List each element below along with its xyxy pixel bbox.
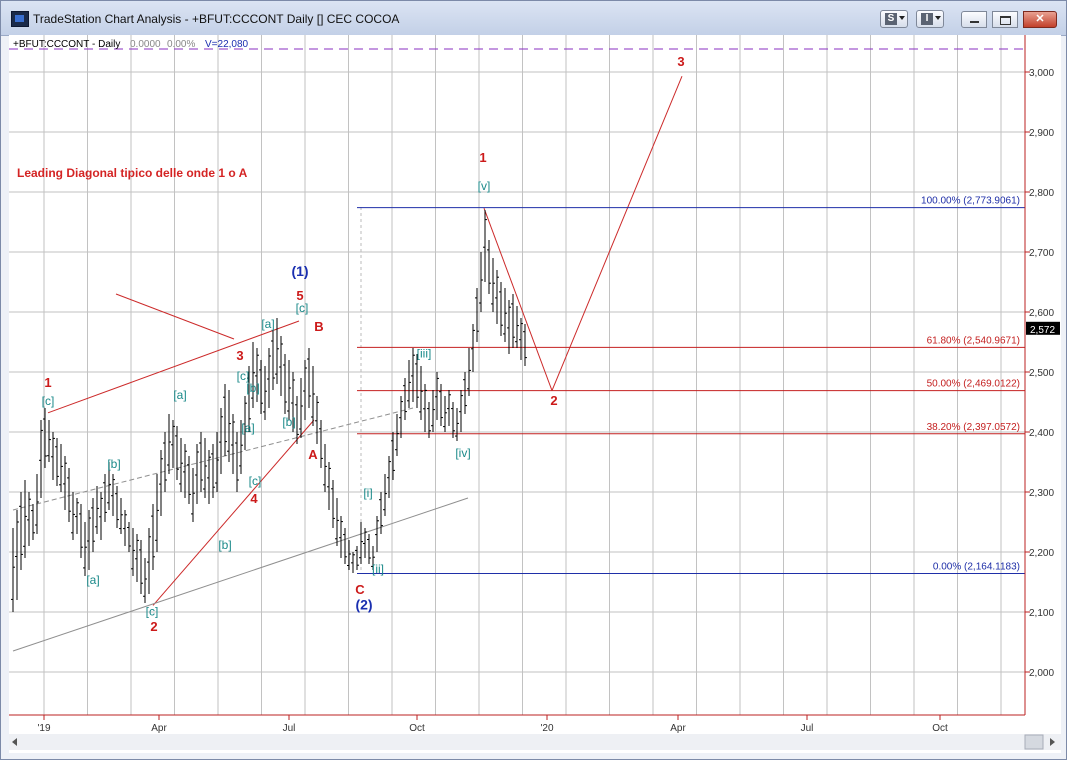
- wave-label: [iii]: [417, 347, 432, 361]
- volume-value: V=22,080: [205, 39, 249, 50]
- wave-label: [b]: [218, 538, 231, 552]
- price-axis: 3,000 2,900 2,800 2,700 2,600 2,500 2,400 2,300…: [1025, 68, 1054, 679]
- fib-level-label: 50.00% (2,469.0122): [927, 379, 1020, 390]
- maximize-button[interactable]: [992, 11, 1018, 28]
- wave-label: 3: [677, 54, 684, 69]
- wave-label: [a]: [261, 317, 274, 331]
- application-window: TradeStation Chart Analysis - +BFUT:CCCO…: [0, 0, 1067, 760]
- wave-label: C: [355, 582, 365, 597]
- wave-label: A: [308, 447, 318, 462]
- price-tick-label: 2,400: [1029, 428, 1054, 439]
- i-menu-button[interactable]: I: [916, 10, 944, 28]
- wave-labels: 1[c][b][a][c]2[a][b]3[c][b][a][c]4[a][b]…: [42, 54, 685, 634]
- time-tick-label: Apr: [670, 723, 686, 734]
- wave-label: [iv]: [455, 446, 470, 460]
- s-icon: S: [885, 13, 897, 25]
- window-title: TradeStation Chart Analysis - +BFUT:CCCO…: [33, 12, 400, 26]
- fib-level-label: 38.20% (2,397.0572): [927, 422, 1020, 433]
- time-tick-label: Oct: [409, 723, 425, 734]
- s-menu-button[interactable]: S: [880, 10, 908, 28]
- title-bar[interactable]: TradeStation Chart Analysis - +BFUT:CCCO…: [1, 1, 1066, 36]
- price-tick-label: 2,200: [1029, 548, 1054, 559]
- projection-wave-2-line: [483, 208, 553, 391]
- wave-label: [v]: [478, 179, 491, 193]
- last-price-marker: 2,572: [1026, 321, 1060, 336]
- time-tick-label: '19: [37, 723, 50, 734]
- wave-label: 3: [236, 348, 243, 363]
- price-chart[interactable]: 100.00% (2,773.9061) 61.80% (2,540.9671) 5…: [9, 35, 1061, 753]
- close-icon: ✕: [1035, 13, 1045, 25]
- time-tick-label: Jul: [283, 723, 296, 734]
- time-tick-label: Apr: [151, 723, 167, 734]
- trend-lines: [9, 48, 1025, 652]
- wave-label: 2: [150, 619, 157, 634]
- fib-level-label: 61.80% (2,540.9671): [927, 335, 1020, 346]
- wave-label: 1: [44, 375, 51, 390]
- i-icon: I: [921, 13, 933, 25]
- wave-label: [b]: [282, 415, 295, 429]
- time-axis: '19 Apr Jul Oct '20 Apr Jul Oct: [37, 715, 948, 734]
- symbol-label: +BFUT:CCCONT - Daily: [13, 39, 120, 50]
- scrollbar-track[interactable]: [9, 734, 1061, 750]
- annotation-leading-diagonal: Leading Diagonal tipico delle onde 1 o A: [17, 166, 248, 180]
- price-tick-label: 2,600: [1029, 308, 1054, 319]
- wave-label: (2): [355, 597, 372, 613]
- minimize-icon: [970, 21, 979, 23]
- wave-label: [b]: [246, 381, 259, 395]
- maximize-icon: [1000, 16, 1011, 25]
- time-tick-label: Jul: [801, 723, 814, 734]
- chevron-down-icon: [935, 16, 941, 21]
- time-tick-label: Oct: [932, 723, 948, 734]
- change-pct-value: 0.00%: [167, 39, 195, 50]
- minimize-button[interactable]: [961, 11, 987, 28]
- wave-label: [a]: [173, 388, 186, 402]
- scrollbar-thumb[interactable]: [1024, 734, 1044, 750]
- time-tick-label: '20: [540, 723, 553, 734]
- wave-label: [i]: [363, 486, 372, 500]
- wave-label: [a]: [86, 573, 99, 587]
- wave-label: [c]: [296, 301, 309, 315]
- price-tick-label: 2,100: [1029, 608, 1054, 619]
- last-price-label: 2,572: [1030, 325, 1055, 336]
- wave-label: 2: [550, 393, 557, 408]
- price-tick-label: 3,000: [1029, 68, 1054, 79]
- change-value: 0.0000: [130, 39, 161, 50]
- wave-label: [ii]: [372, 562, 384, 576]
- price-tick-label: 2,900: [1029, 128, 1054, 139]
- horizontal-scrollbar[interactable]: [9, 734, 1061, 750]
- wave-label: [c]: [146, 605, 159, 619]
- wave-label: [b]: [107, 457, 120, 471]
- fib-level-label: 0.00% (2,164.1183): [933, 562, 1020, 573]
- grid: [9, 35, 1025, 715]
- wave-label: [c]: [249, 474, 262, 488]
- wave-label: 1: [479, 150, 486, 165]
- fib-level-label: 100.00% (2,773.9061): [921, 196, 1020, 207]
- chart-header: +BFUT:CCCONT - Daily 0.0000 0.00% V=22,0…: [13, 39, 249, 50]
- price-tick-label: 2,500: [1029, 368, 1054, 379]
- price-tick-label: 2,300: [1029, 488, 1054, 499]
- wave-label: [c]: [42, 394, 55, 408]
- wave-label: (1): [291, 263, 308, 279]
- tradestation-app-icon: [11, 11, 29, 27]
- price-tick-label: 2,700: [1029, 248, 1054, 259]
- projection-wave-3-line: [551, 76, 683, 391]
- close-button[interactable]: ✕: [1023, 11, 1057, 28]
- wave-label: B: [314, 319, 323, 334]
- wave-label: [a]: [241, 421, 254, 435]
- chevron-down-icon: [899, 16, 905, 21]
- wave-label: 4: [250, 491, 258, 506]
- price-tick-label: 2,000: [1029, 668, 1054, 679]
- chart-area[interactable]: 100.00% (2,773.9061) 61.80% (2,540.9671) 5…: [9, 35, 1061, 753]
- price-tick-label: 2,800: [1029, 188, 1054, 199]
